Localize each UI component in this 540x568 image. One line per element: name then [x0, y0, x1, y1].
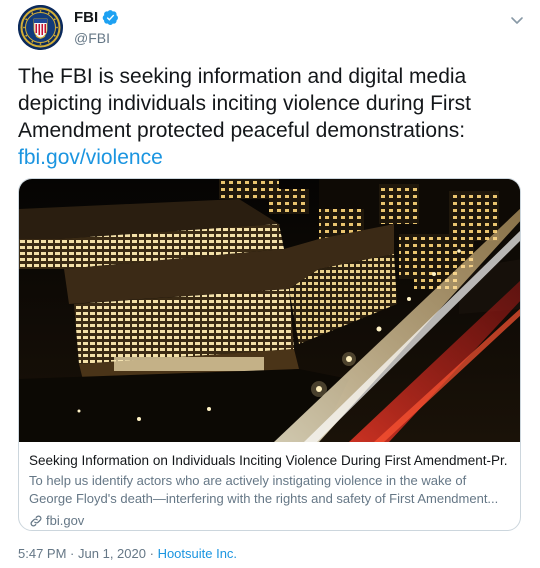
- tweet-body: The FBI is seeking information and digit…: [18, 65, 471, 142]
- tweet-link[interactable]: fbi.gov/violence: [18, 144, 524, 171]
- tweet-time[interactable]: 5:47 PM: [18, 546, 66, 561]
- card-domain-row: fbi.gov: [29, 512, 508, 530]
- tweet-meta: 5:47 PM · Jun 1, 2020 · Hootsuite Inc.: [18, 546, 237, 561]
- link-icon: [29, 514, 43, 528]
- name-row: FBI: [74, 9, 119, 26]
- account-handle[interactable]: @FBI: [74, 30, 119, 46]
- link-card[interactable]: Seeking Information on Individuals Incit…: [18, 178, 521, 531]
- meta-separator: ·: [70, 546, 75, 561]
- card-description: To help us identify actors who are activ…: [29, 473, 499, 506]
- fbi-seal-icon: [18, 5, 63, 50]
- display-name[interactable]: FBI: [74, 9, 98, 26]
- tweet-date[interactable]: Jun 1, 2020: [78, 546, 146, 561]
- verified-badge-icon: [102, 9, 119, 26]
- tweet-header: FBI @FBI: [18, 5, 526, 50]
- card-body: Seeking Information on Individuals Incit…: [19, 442, 520, 530]
- chevron-down-icon[interactable]: [508, 11, 526, 29]
- account-names: FBI @FBI: [74, 9, 119, 46]
- card-domain: fbi.gov: [46, 513, 85, 528]
- tweet-text: The FBI is seeking information and digit…: [18, 63, 524, 171]
- avatar[interactable]: [18, 5, 63, 50]
- card-title: Seeking Information on Individuals Incit…: [29, 453, 508, 468]
- fbi-headquarters-night-photo: [19, 179, 520, 442]
- tweet-source[interactable]: Hootsuite Inc.: [158, 546, 238, 561]
- meta-separator-2: ·: [149, 546, 154, 561]
